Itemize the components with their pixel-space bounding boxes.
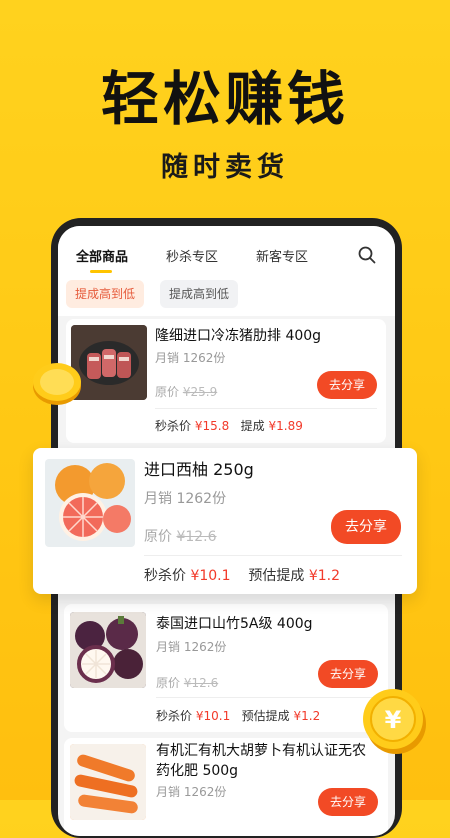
- product-card[interactable]: 隆细进口冷冻猪肋排 400g 月销 1262份 原价 ¥25.9 去分享 秒杀价…: [66, 319, 386, 443]
- product-image-mangosteen: [70, 612, 146, 688]
- category-tabs: 全部商品 秒杀专区 新客专区: [58, 226, 395, 276]
- monthly-sales: 月销 1262份: [155, 351, 226, 365]
- product-image-grapefruit: [45, 459, 135, 547]
- hero-subtitle: 随时卖货: [161, 152, 289, 183]
- monthly-sales: 月销 1262份: [156, 640, 227, 654]
- product-title: 进口西柚 250g: [144, 460, 254, 479]
- hero-title: 轻松赚钱: [100, 65, 349, 133]
- share-button[interactable]: 去分享: [331, 510, 401, 544]
- original-price: 原价 ¥12.6: [156, 676, 219, 690]
- featured-product-card[interactable]: 进口西柚 250g 月销 1262份 原价 ¥12.6 去分享 秒杀价 ¥10.…: [33, 448, 417, 594]
- tab-flash-sale[interactable]: 秒杀专区: [166, 246, 218, 265]
- price-info: 秒杀价 ¥10.1 预估提成 ¥1.2: [156, 709, 321, 723]
- product-title: 有机汇有机大胡萝卜有机认证无农 药化肥 500g: [156, 743, 366, 779]
- tab-all-products[interactable]: 全部商品: [76, 246, 128, 265]
- coin-icon: [33, 363, 81, 405]
- share-button[interactable]: 去分享: [317, 371, 377, 399]
- monthly-sales: 月销 1262份: [156, 785, 227, 799]
- product-card[interactable]: 泰国进口山竹5A级 400g 月销 1262份 原价 ¥12.6 去分享 秒杀价…: [64, 604, 388, 732]
- product-title: 泰国进口山竹5A级 400g: [156, 616, 313, 632]
- share-button[interactable]: 去分享: [318, 788, 378, 816]
- search-icon[interactable]: [358, 246, 376, 264]
- product-title: 隆细进口冷冻猪肋排 400g: [155, 328, 322, 344]
- product-image-carrots: [70, 744, 146, 820]
- divider: [144, 555, 402, 556]
- original-price: 原价 ¥12.6: [144, 529, 217, 545]
- product-card[interactable]: 有机汇有机大胡萝卜有机认证无农 药化肥 500g 月销 1262份 去分享: [64, 738, 388, 836]
- monthly-sales: 月销 1262份: [144, 491, 227, 507]
- price-info: 秒杀价 ¥15.8 提成 ¥1.89: [155, 419, 303, 433]
- active-tab-indicator: [90, 270, 112, 273]
- sort-filters: 提成高到低 提成高到低: [58, 276, 395, 316]
- sort-chip-commission-active[interactable]: 提成高到低: [66, 280, 145, 308]
- divider: [156, 697, 378, 698]
- tab-new-customer[interactable]: 新客专区: [256, 246, 308, 265]
- price-info: 秒杀价 ¥10.1 预估提成 ¥1.2: [144, 568, 340, 584]
- yuan-coin-icon: ¥: [363, 689, 426, 754]
- svg-text:¥: ¥: [385, 706, 402, 734]
- divider: [155, 408, 377, 409]
- sort-chip-commission[interactable]: 提成高到低: [160, 280, 239, 308]
- original-price: 原价 ¥25.9: [155, 385, 218, 399]
